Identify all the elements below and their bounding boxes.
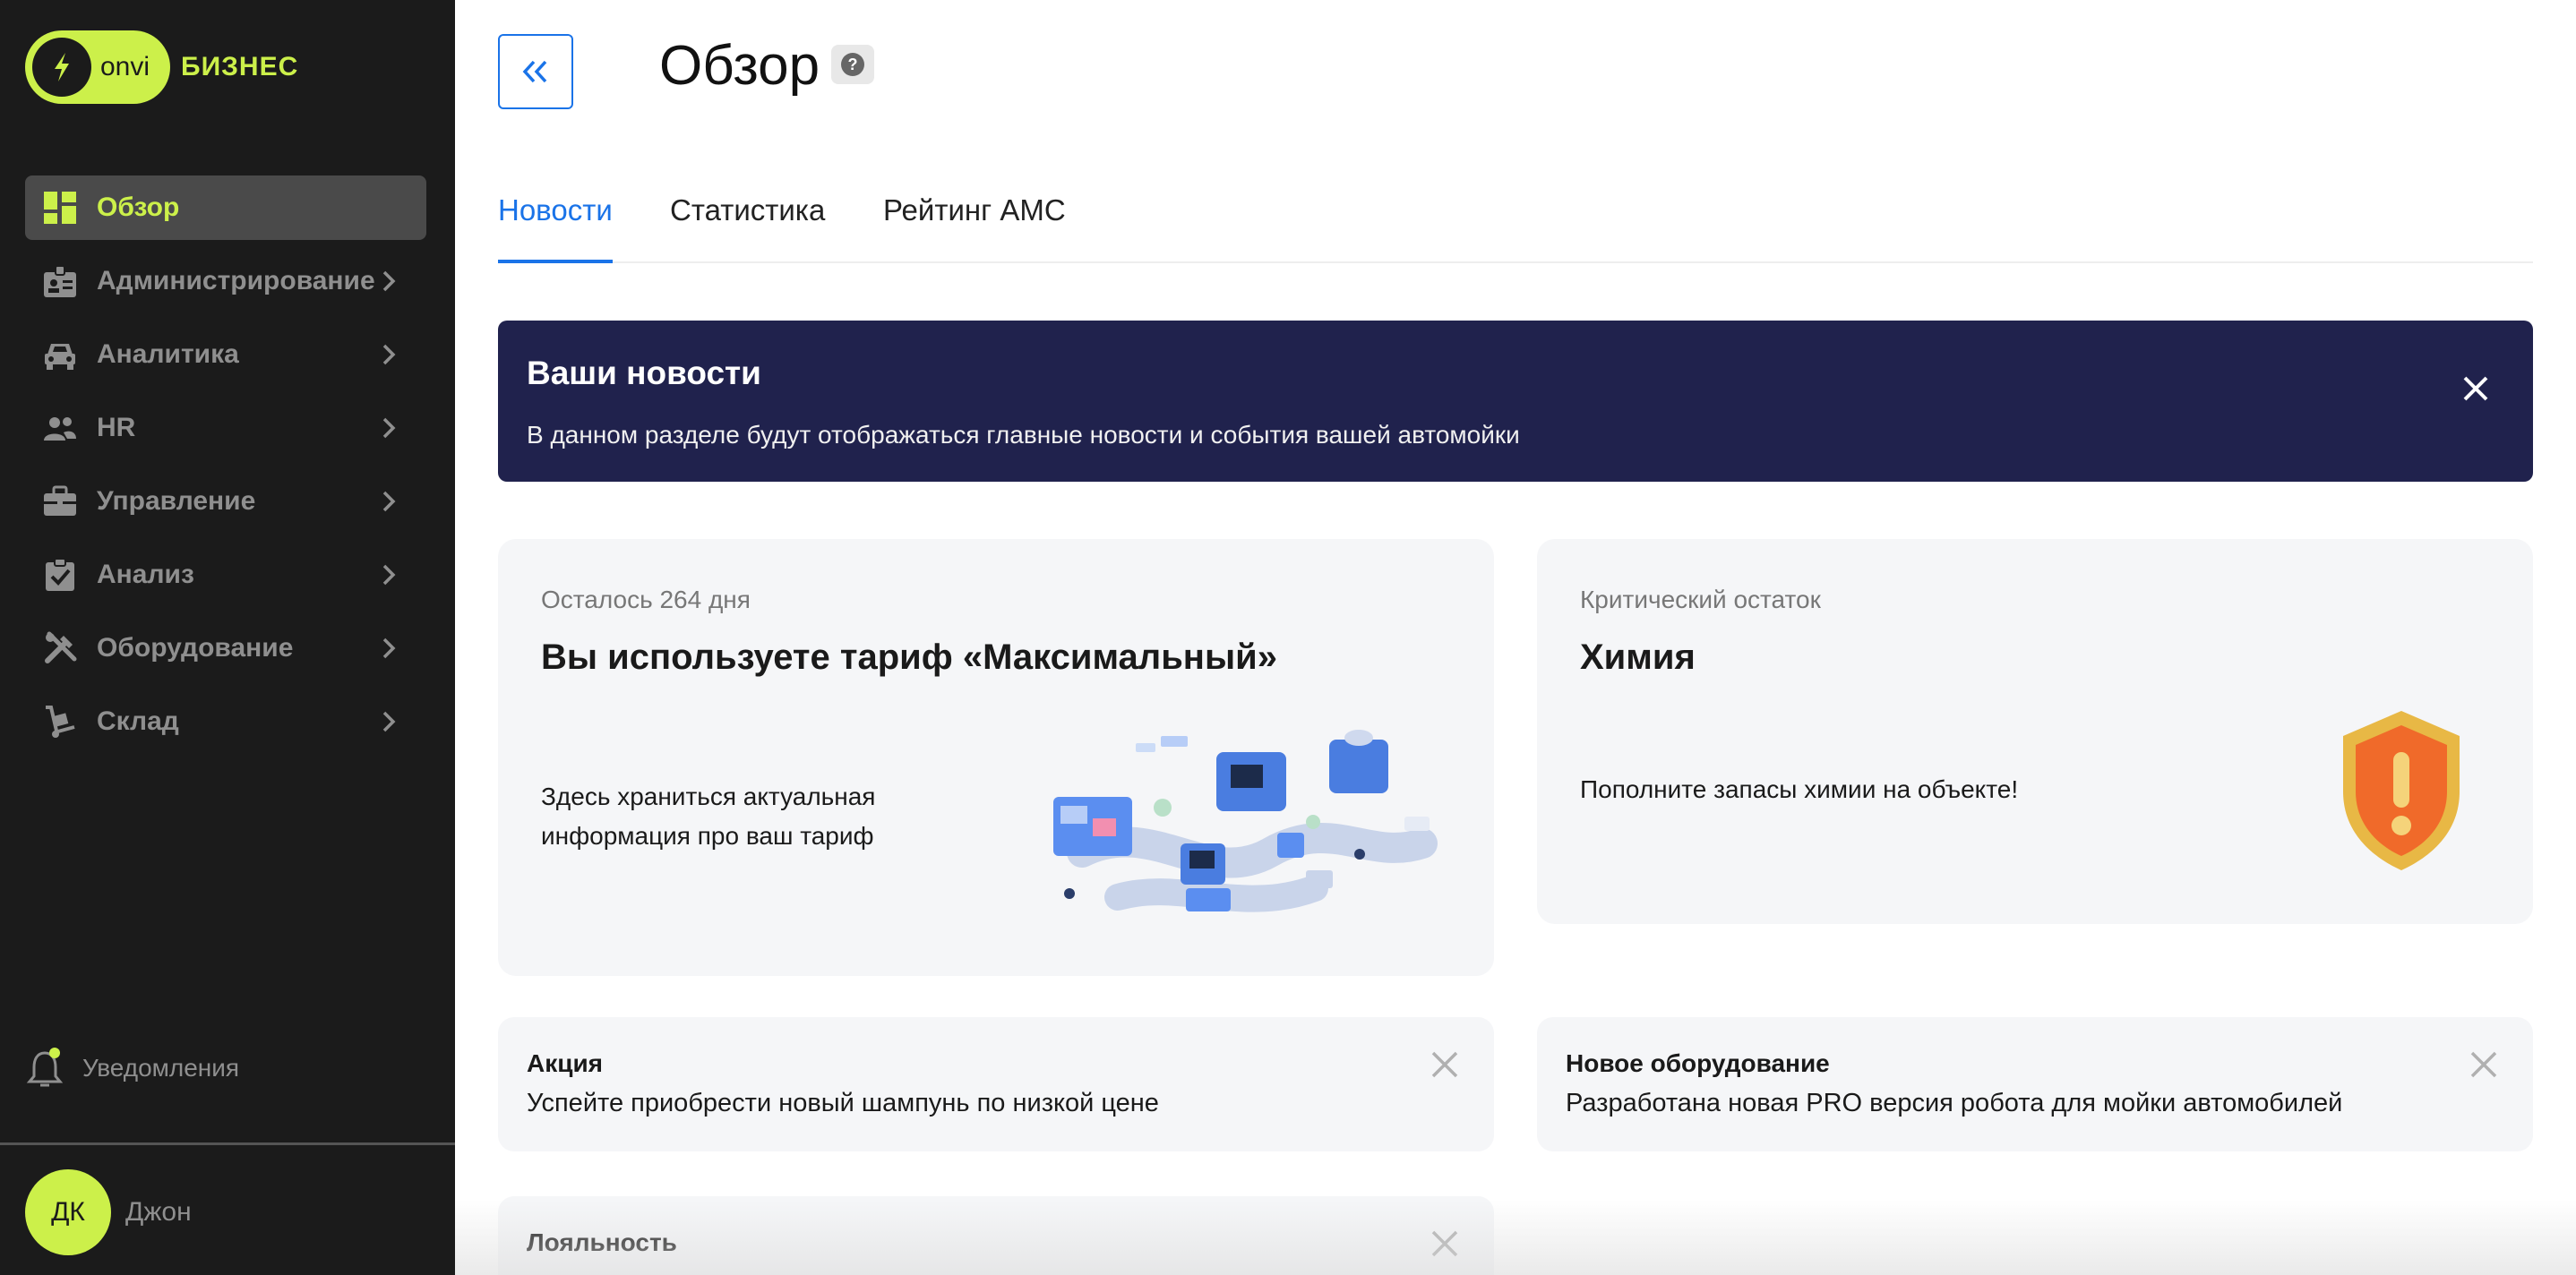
news-card-promo[interactable]: Акция Успейте приобрести новый шампунь п… [498, 1017, 1494, 1151]
chemistry-subtitle: Критический остаток [1580, 586, 1821, 613]
chevron-right-icon [382, 344, 396, 365]
tab-news[interactable]: Новости [498, 193, 613, 263]
car-icon [41, 336, 79, 373]
chemistry-title: Химия [1580, 638, 1696, 677]
logo-pill: onvi [25, 30, 170, 104]
chevron-right-icon [382, 491, 396, 512]
help-icon[interactable]: ? [831, 45, 874, 84]
news-title: Лояльность [527, 1228, 677, 1256]
logo-business-label: БИЗНЕС [181, 52, 299, 81]
tariff-card[interactable]: Осталось 264 дня Вы используете тариф «М… [498, 539, 1494, 976]
chemistry-card[interactable]: Критический остаток Химия Пополните запа… [1537, 539, 2533, 924]
badge-icon [41, 262, 79, 300]
chevron-right-icon [382, 417, 396, 439]
conveyor-illustration [1053, 730, 1438, 912]
sidebar-nav: Обзор Администрирование Аналитика HR Упр… [25, 175, 426, 763]
sidebar-item-analytics[interactable]: Аналитика [25, 322, 426, 387]
help-glyph: ? [841, 53, 864, 76]
user-name: Джон [125, 1197, 192, 1227]
sidebar-item-administration[interactable]: Администрирование [25, 249, 426, 313]
banner-text: В данном разделе будут отображаться глав… [527, 421, 1520, 449]
sidebar-item-label: Оборудование [97, 633, 294, 663]
news-card-loyalty[interactable]: Лояльность [498, 1196, 1494, 1275]
close-icon[interactable] [1430, 1049, 1460, 1080]
clipboard-check-icon [41, 556, 79, 594]
sidebar-item-management[interactable]: Управление [25, 469, 426, 534]
dashboard-icon [41, 189, 79, 227]
news-card-equipment[interactable]: Новое оборудование Разработана новая PRO… [1537, 1017, 2533, 1151]
tariff-description: Здесь храниться актуальная информация пр… [541, 777, 875, 856]
banner-title: Ваши новости [527, 355, 761, 391]
avatar: ДК [25, 1169, 111, 1255]
sidebar-item-label: Управление [97, 486, 256, 516]
close-icon[interactable] [1430, 1228, 1460, 1259]
notifications-label: Уведомления [82, 1054, 240, 1082]
page-title: Обзор [659, 35, 820, 97]
user-profile[interactable]: ДК Джон [25, 1169, 192, 1255]
close-icon[interactable] [2458, 371, 2494, 406]
logo-word: onvi [100, 52, 150, 81]
collapse-sidebar-button[interactable] [498, 34, 573, 109]
sidebar-item-label: Обзор [97, 193, 180, 222]
double-chevron-left-icon [522, 60, 547, 83]
sidebar-item-label: HR [97, 413, 136, 442]
notifications-link[interactable]: Уведомления [25, 1046, 239, 1091]
news-text: Успейте приобрести новый шампунь по низк… [527, 1089, 1159, 1117]
briefcase-icon [41, 483, 79, 520]
chevron-right-icon [382, 270, 396, 292]
lightning-icon [32, 38, 91, 97]
tariff-subtitle: Осталось 264 дня [541, 586, 751, 613]
news-banner: Ваши новости В данном разделе будут отоб… [498, 321, 2533, 482]
sidebar-item-warehouse[interactable]: Склад [25, 689, 426, 754]
tariff-desc-line: Здесь храниться актуальная [541, 783, 876, 810]
sidebar-item-overview[interactable]: Обзор [25, 175, 426, 240]
sidebar-item-label: Анализ [97, 560, 194, 589]
sidebar-item-hr[interactable]: HR [25, 396, 426, 460]
people-icon [41, 409, 79, 447]
news-title: Новое оборудование [1566, 1049, 1830, 1077]
sidebar-item-equipment[interactable]: Оборудование [25, 616, 426, 680]
news-title: Акция [527, 1049, 603, 1077]
tools-icon [41, 629, 79, 667]
tab-rating[interactable]: Рейтинг АМС [883, 193, 1066, 263]
sidebar-item-label: Аналитика [97, 339, 239, 369]
sidebar-item-label: Склад [97, 706, 179, 736]
hand-truck-icon [41, 703, 79, 740]
chemistry-description: Пополните запасы химии на объекте! [1580, 775, 2019, 803]
tariff-desc-line: информация про ваш тариф [541, 822, 874, 850]
bell-icon [25, 1046, 64, 1091]
tab-bar: Новости Статистика Рейтинг АМС [498, 188, 2533, 263]
tariff-title: Вы используете тариф «Максимальный» [541, 638, 1277, 677]
sidebar-item-label: Администрирование [97, 266, 375, 295]
chevron-right-icon [382, 711, 396, 732]
news-text: Разработана новая PRO версия робота для … [1566, 1089, 2343, 1117]
sidebar-divider [0, 1142, 455, 1145]
chevron-right-icon [382, 564, 396, 586]
tab-statistics[interactable]: Статистика [670, 193, 825, 263]
logo[interactable]: onvi БИЗНЕС [25, 30, 298, 104]
chevron-right-icon [382, 638, 396, 659]
close-icon[interactable] [2469, 1049, 2499, 1080]
sidebar-item-analysis[interactable]: Анализ [25, 543, 426, 607]
sidebar: onvi БИЗНЕС Обзор Администрирование Анал… [0, 0, 455, 1275]
warning-shield-icon [2343, 711, 2460, 870]
